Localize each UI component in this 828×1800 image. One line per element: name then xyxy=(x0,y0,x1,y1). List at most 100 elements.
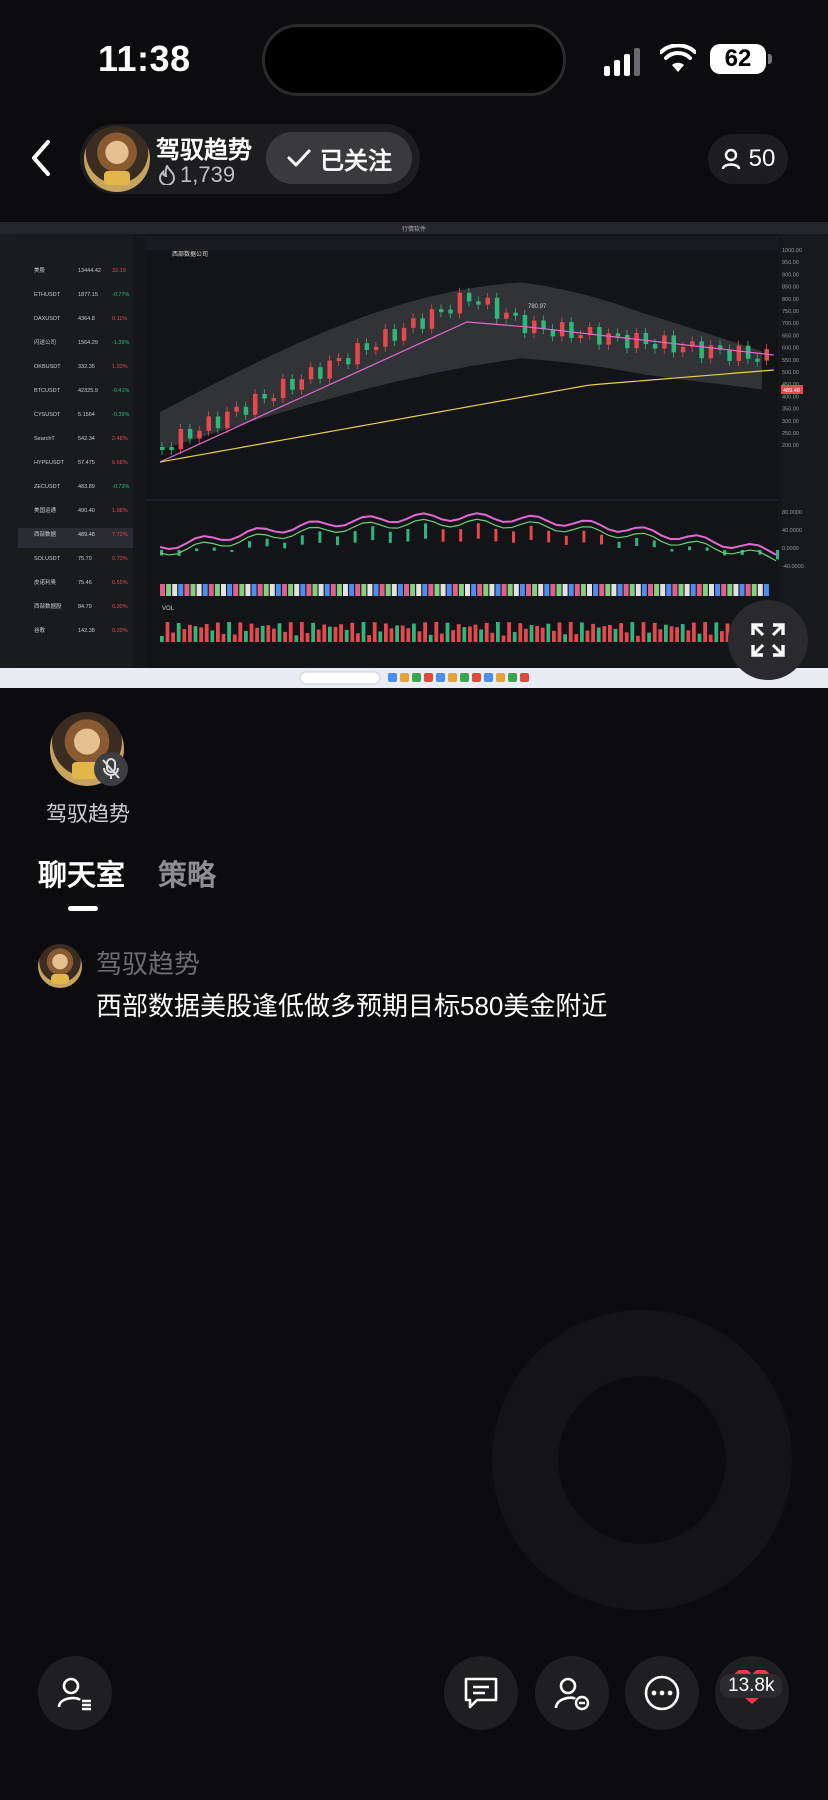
share-taskbar-app xyxy=(448,673,457,682)
candle-body xyxy=(271,398,277,402)
price-axis-label: 550.00 xyxy=(782,358,799,364)
volume-bar xyxy=(305,632,310,642)
price-axis-label: 750.00 xyxy=(782,309,799,315)
watchlist-change: -1.39% xyxy=(112,340,130,346)
share-taskbar-search xyxy=(299,671,381,685)
host-avatar[interactable] xyxy=(84,126,150,192)
volume-bar xyxy=(283,631,287,642)
signal-strip-cell xyxy=(648,584,653,596)
candle-body xyxy=(494,297,500,319)
signal-strip-cell xyxy=(178,584,184,596)
watchlist-change: 0.73% xyxy=(112,556,128,562)
volume-bar xyxy=(417,631,422,642)
follow-button[interactable]: 已关注 xyxy=(266,132,412,184)
candle-body xyxy=(532,320,537,334)
volume-bar xyxy=(518,623,523,642)
watchlist-name: 美国运通 xyxy=(34,506,57,514)
tab-strategy[interactable]: 策略 xyxy=(158,852,216,894)
volume-bar xyxy=(372,622,377,642)
volume-bar xyxy=(496,622,500,642)
screen-share[interactable]: 行情软件 美股 13444.42 32.19 ETHUSDT 1877.15 -0.77% D… xyxy=(0,222,828,688)
volume-bar xyxy=(216,622,220,642)
candle-body xyxy=(392,329,397,341)
macd-bar xyxy=(547,530,551,543)
price-axis-label: 950.00 xyxy=(782,260,799,266)
volume-bar xyxy=(249,623,254,642)
volume-bar xyxy=(361,622,366,642)
share-window-title: 行情软件 xyxy=(402,225,426,233)
price-axis-label: 850.00 xyxy=(782,285,799,291)
guest-list-button[interactable] xyxy=(38,1656,112,1730)
back-icon[interactable] xyxy=(22,136,62,180)
volume-bar xyxy=(210,630,215,642)
watchlist-price: 1564.29 xyxy=(78,340,98,346)
macd-bar xyxy=(617,541,621,548)
volume-bar xyxy=(451,630,455,642)
watchlist-change: 0.55% xyxy=(112,580,128,586)
signal-strip-cell xyxy=(166,584,172,596)
candle-body xyxy=(485,297,490,305)
volume-bar xyxy=(692,622,696,642)
check-icon xyxy=(287,149,311,167)
share-chart-toolbar xyxy=(146,236,778,250)
signal-strip-cell xyxy=(580,584,586,596)
signal-strip-cell xyxy=(324,584,330,596)
volume-bar xyxy=(294,635,299,642)
comment-button[interactable] xyxy=(444,1656,518,1730)
macd-axis-label: 40.0000 xyxy=(782,528,802,534)
signal-strip-cell xyxy=(318,584,324,596)
volume-bar xyxy=(703,622,707,642)
volume-bar xyxy=(333,626,338,642)
more-button[interactable] xyxy=(625,1656,699,1730)
volume-bar xyxy=(714,622,719,642)
signal-strip-cell xyxy=(635,584,641,596)
signal-strip-cell xyxy=(757,584,763,596)
fullscreen-button[interactable] xyxy=(728,600,808,680)
signal-strip-cell xyxy=(391,584,397,596)
macd-bar xyxy=(564,535,568,545)
signal-strip-cell xyxy=(568,584,574,596)
candle-body xyxy=(699,341,704,359)
watchlist-change: -0.39% xyxy=(112,412,130,418)
signal-strip-cell xyxy=(385,584,391,596)
signal-strip-cell xyxy=(160,584,165,596)
watchlist-name: CYSUSDT xyxy=(34,412,61,418)
like-count: 13.8k xyxy=(720,1674,783,1698)
signal-strip-cell xyxy=(428,584,434,596)
candle-body xyxy=(383,329,388,347)
volume-bar xyxy=(339,624,343,642)
price-axis-label: 500.00 xyxy=(782,370,799,376)
volume-bar xyxy=(535,625,539,642)
watchlist-change: -0.73% xyxy=(112,484,130,490)
volume-bar xyxy=(501,635,506,642)
leave-mic-button[interactable] xyxy=(535,1656,609,1730)
volume-bar xyxy=(322,624,327,642)
watchlist-name: OKBUSDT xyxy=(34,364,61,370)
volume-bar xyxy=(238,622,243,642)
candle-body xyxy=(308,367,314,380)
signal-strip-cell xyxy=(416,584,422,596)
watchlist-name: ZECUSDT xyxy=(34,484,61,490)
volume-bar xyxy=(552,630,556,642)
volume-bar xyxy=(193,626,198,642)
candle-body xyxy=(578,335,583,339)
guest-mic-muted xyxy=(94,752,128,786)
volume-bar xyxy=(636,635,640,642)
message-avatar[interactable] xyxy=(38,944,82,988)
signal-strip-cell xyxy=(269,584,275,596)
signal-strip-cell xyxy=(702,584,708,596)
price-axis-label: 700.00 xyxy=(782,321,799,327)
viewer-count-button[interactable]: 50 xyxy=(708,134,788,184)
signal-strip-cell xyxy=(275,584,281,596)
watchlist-change: -0.77% xyxy=(112,292,130,298)
volume-bar xyxy=(540,627,545,642)
signal-strip-cell xyxy=(587,584,592,596)
volume-bar xyxy=(686,630,691,642)
macd-axis-label: 0.0000 xyxy=(782,546,799,552)
watchlist-price: 75.46 xyxy=(78,580,92,586)
signal-strip-cell xyxy=(641,584,647,596)
tab-chatroom[interactable]: 聊天室 xyxy=(38,852,125,894)
volume-bar xyxy=(255,627,259,642)
macd-bar xyxy=(318,531,322,543)
signal-strip-cell xyxy=(239,584,245,596)
